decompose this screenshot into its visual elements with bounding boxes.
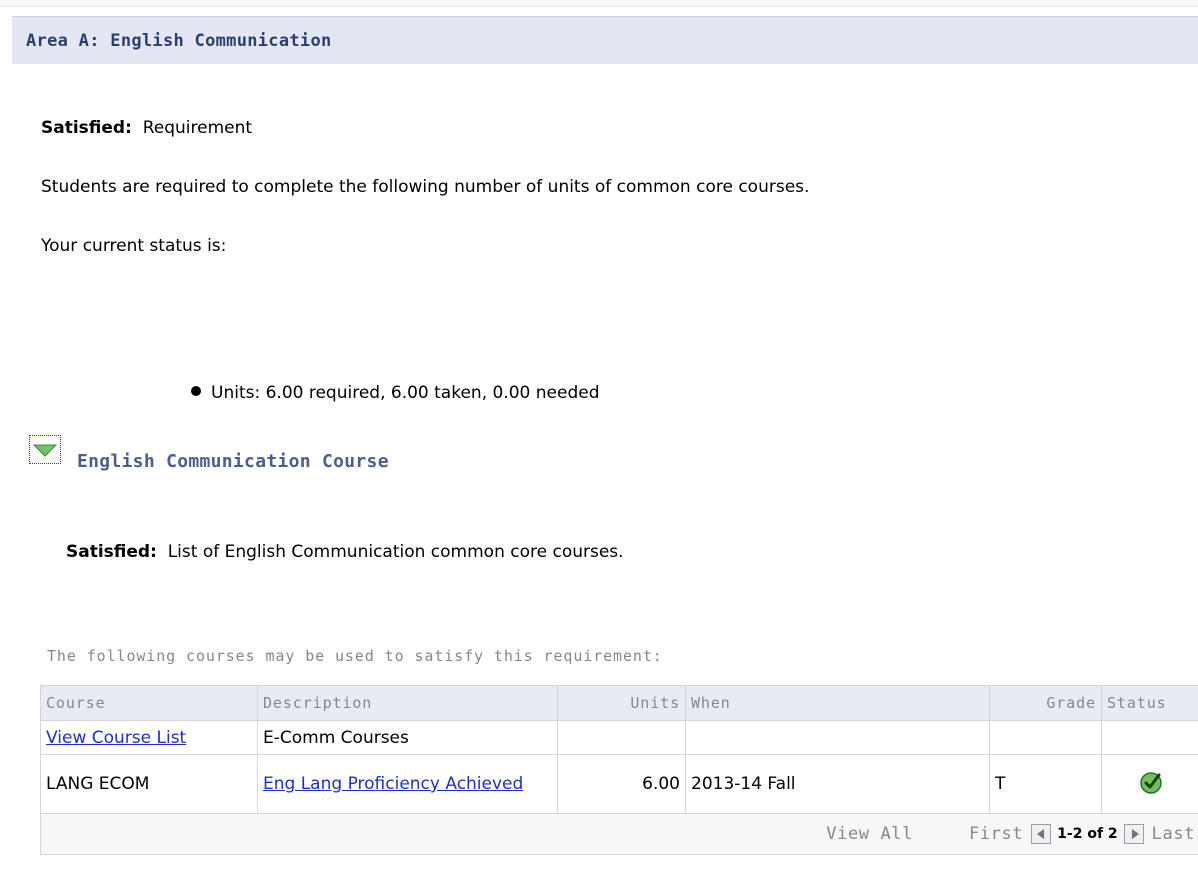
units-summary: Units: 6.00 required, 6.00 taken, 0.00 n… xyxy=(191,383,600,403)
arrow-left-icon xyxy=(1037,829,1045,839)
area-satisfied-label: Satisfied: xyxy=(41,118,132,138)
page-range: 1-2 of 2 xyxy=(1057,826,1118,842)
status-intro: Your current status is: xyxy=(41,236,227,256)
area-satisfied-value: Requirement xyxy=(142,118,253,138)
view-all-link[interactable]: View All xyxy=(826,824,913,844)
area-description: Students are required to complete the fo… xyxy=(41,177,810,197)
course-description-link[interactable]: Eng Lang Proficiency Achieved xyxy=(263,774,523,794)
area-satisfied-line: Satisfied: Requirement xyxy=(41,118,252,138)
row-when xyxy=(685,720,990,755)
collapse-toggle-button[interactable] xyxy=(29,435,61,464)
row-description: E-Comm Courses xyxy=(257,720,558,755)
area-header: Area A: English Communication xyxy=(12,16,1198,64)
row-status xyxy=(1101,754,1198,814)
top-strip xyxy=(0,0,1198,7)
table-row: LANG ECOM Eng Lang Proficiency Achieved … xyxy=(40,754,1198,814)
table-row: View Course List E-Comm Courses xyxy=(40,720,1198,755)
row-when: 2013-14 Fall xyxy=(685,754,990,814)
first-label[interactable]: First xyxy=(969,824,1023,844)
row-course: LANG ECOM xyxy=(40,754,258,814)
column-header-when: When xyxy=(685,685,990,721)
subsection-satisfied-value: List of English Communication common cor… xyxy=(167,542,624,562)
column-header-description: Description xyxy=(257,685,558,721)
courses-caption: The following courses may be used to sat… xyxy=(47,647,663,665)
bullet-icon xyxy=(191,386,201,396)
row-grade xyxy=(989,720,1102,755)
subsection-satisfied-label: Satisfied: xyxy=(66,542,157,562)
column-header-units: Units xyxy=(557,685,686,721)
previous-page-button[interactable] xyxy=(1031,824,1052,844)
courses-table: Course Description Units When Grade Stat… xyxy=(40,685,1198,855)
triangle-down-icon xyxy=(32,444,58,457)
column-header-grade: Grade xyxy=(989,685,1102,721)
arrow-right-icon xyxy=(1131,829,1139,839)
table-navigation: View All First 1-2 of 2 Last xyxy=(40,813,1198,855)
column-header-course: Course xyxy=(40,685,258,721)
row-units: 6.00 xyxy=(557,754,686,814)
subsection-title: English Communication Course xyxy=(77,451,389,472)
subsection-satisfied-line: Satisfied: List of English Communication… xyxy=(66,542,624,562)
row-grade: T xyxy=(989,754,1102,814)
check-circle-icon xyxy=(1140,771,1162,794)
table-header-row: Course Description Units When Grade Stat… xyxy=(40,685,1198,721)
next-page-button[interactable] xyxy=(1123,824,1144,844)
view-course-list-link[interactable]: View Course List xyxy=(46,728,186,748)
row-status xyxy=(1101,720,1198,755)
last-label[interactable]: Last xyxy=(1152,824,1195,844)
column-header-status: Status xyxy=(1101,685,1198,721)
table-nav-row: View All First 1-2 of 2 Last xyxy=(40,813,1198,855)
units-summary-text: Units: 6.00 required, 6.00 taken, 0.00 n… xyxy=(211,383,600,403)
row-units xyxy=(557,720,686,755)
